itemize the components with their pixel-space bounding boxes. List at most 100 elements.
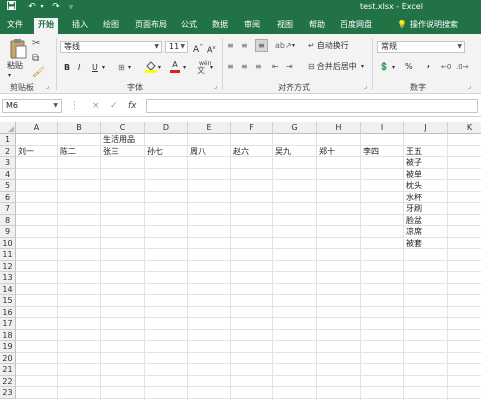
grow-font-button[interactable]: A^: [193, 41, 203, 56]
row-header-9[interactable]: 9: [0, 226, 16, 238]
phonetic-dropdown-icon[interactable]: ▾: [210, 62, 213, 74]
fill-color-dropdown-icon[interactable]: ▾: [158, 62, 161, 74]
column-header-f[interactable]: F: [231, 122, 273, 134]
tab-formulas[interactable]: 公式: [177, 18, 201, 32]
cell-j8[interactable]: 脸盆: [405, 215, 422, 226]
merge-center-button[interactable]: ⊟ 合并后居中: [308, 61, 357, 73]
percent-button[interactable]: %: [405, 61, 413, 73]
name-box[interactable]: M6 ▼: [2, 99, 62, 113]
row-header-4[interactable]: 4: [0, 168, 16, 180]
row-header-19[interactable]: 19: [0, 341, 16, 353]
row-header-1[interactable]: 1: [0, 134, 16, 146]
row-header-11[interactable]: 11: [0, 249, 16, 261]
copy-icon[interactable]: ⧉: [32, 53, 39, 65]
tell-me-search[interactable]: 💡 操作说明搜索: [397, 18, 458, 32]
column-header-b[interactable]: B: [58, 122, 101, 134]
cell-c1[interactable]: 生活用品: [102, 134, 135, 145]
cell-g2[interactable]: 吴九: [274, 146, 291, 157]
row-header-12[interactable]: 12: [0, 260, 16, 272]
shrink-font-button[interactable]: Av: [207, 42, 215, 57]
save-icon[interactable]: [5, 1, 17, 13]
cell-j4[interactable]: 被单: [405, 169, 422, 180]
customize-icon[interactable]: ▿: [66, 1, 76, 13]
tab-help[interactable]: 帮助: [305, 18, 329, 32]
decrease-decimal-icon[interactable]: .0→: [456, 61, 469, 73]
row-header-22[interactable]: 22: [0, 375, 16, 387]
clipboard-launcher-icon[interactable]: ⌟: [46, 82, 49, 90]
font-launcher-icon[interactable]: ⌟: [214, 82, 217, 90]
tab-view[interactable]: 视图: [273, 18, 297, 32]
number-launcher-icon[interactable]: ⌟: [468, 82, 471, 90]
row-header-23[interactable]: 23: [0, 387, 16, 399]
cell-j9[interactable]: 凉席: [405, 226, 422, 237]
align-right-icon[interactable]: ≡: [255, 61, 262, 73]
tab-file[interactable]: 文件: [3, 18, 27, 32]
cell-f2[interactable]: 赵六: [232, 146, 249, 157]
paste-dropdown-icon[interactable]: ▾: [8, 70, 11, 82]
bold-button[interactable]: B: [64, 62, 70, 74]
row-header-14[interactable]: 14: [0, 283, 16, 295]
row-header-15[interactable]: 15: [0, 295, 16, 307]
select-all-button[interactable]: [0, 122, 16, 134]
wrap-text-button[interactable]: ↵ 自动换行: [308, 40, 349, 52]
insert-function-icon[interactable]: fx: [128, 100, 137, 112]
tab-page-layout[interactable]: 页面布局: [131, 18, 171, 32]
cell-j3[interactable]: 被子: [405, 157, 422, 168]
column-header-k[interactable]: K: [448, 122, 481, 134]
format-painter-icon[interactable]: 🖌: [32, 67, 45, 79]
column-header-d[interactable]: D: [145, 122, 188, 134]
align-bottom-icon[interactable]: ≡: [255, 39, 268, 52]
align-top-icon[interactable]: ≡: [227, 40, 234, 52]
row-header-13[interactable]: 13: [0, 272, 16, 284]
orientation-dropdown-icon[interactable]: ▾: [292, 40, 295, 52]
tab-draw[interactable]: 绘图: [99, 18, 123, 32]
increase-decimal-icon[interactable]: ←0: [441, 61, 451, 73]
borders-icon[interactable]: ⊞: [118, 62, 125, 74]
column-header-g[interactable]: G: [273, 122, 317, 134]
row-header-21[interactable]: 21: [0, 364, 16, 376]
row-header-20[interactable]: 20: [0, 352, 16, 364]
accounting-dropdown-icon[interactable]: ▾: [392, 62, 395, 74]
row-header-18[interactable]: 18: [0, 329, 16, 341]
row-header-8[interactable]: 8: [0, 214, 16, 226]
row-header-16[interactable]: 16: [0, 306, 16, 318]
tab-review[interactable]: 审阅: [240, 18, 264, 32]
increase-indent-icon[interactable]: ⇥: [286, 61, 293, 73]
italic-button[interactable]: I: [78, 62, 80, 74]
enter-icon[interactable]: ✓: [110, 100, 118, 112]
cell-i2[interactable]: 李四: [362, 146, 379, 157]
cell-h2[interactable]: 郑十: [318, 146, 335, 157]
cell-j10[interactable]: 被套: [405, 238, 422, 249]
column-header-a[interactable]: A: [16, 122, 58, 134]
cell-b2[interactable]: 陈二: [59, 146, 76, 157]
more-options-icon[interactable]: ⋮: [70, 100, 79, 112]
cell-j5[interactable]: 枕头: [405, 180, 422, 191]
alignment-launcher-icon[interactable]: ⌟: [364, 82, 367, 90]
accounting-format-icon[interactable]: 💲: [379, 61, 389, 73]
underline-dropdown-icon[interactable]: ▾: [102, 62, 105, 74]
cell-a2[interactable]: 刘一: [17, 146, 34, 157]
column-header-j[interactable]: J: [404, 122, 448, 134]
number-format-select[interactable]: 常规 ▼: [377, 41, 465, 53]
cell-j2[interactable]: 王五: [405, 146, 422, 157]
tab-insert[interactable]: 插入: [68, 18, 92, 32]
row-header-2[interactable]: 2: [0, 145, 16, 157]
cell-c2[interactable]: 张三: [102, 146, 119, 157]
undo-dropdown-icon[interactable]: ▾: [38, 1, 46, 13]
font-color-dropdown-icon[interactable]: ▾: [183, 62, 186, 74]
decrease-indent-icon[interactable]: ⇤: [272, 61, 279, 73]
tab-home[interactable]: 开始: [34, 18, 58, 34]
paste-icon[interactable]: [6, 38, 30, 62]
tab-data[interactable]: 数据: [208, 18, 232, 32]
cut-icon[interactable]: ✂: [32, 38, 40, 50]
column-header-c[interactable]: C: [101, 122, 145, 134]
row-header-6[interactable]: 6: [0, 191, 16, 203]
font-name-select[interactable]: 等线 ▼: [60, 41, 162, 53]
orientation-icon[interactable]: ab↗: [275, 40, 292, 52]
cell-j7[interactable]: 牙刷: [405, 203, 422, 214]
undo-icon[interactable]: ↶: [26, 1, 38, 13]
cell-d2[interactable]: 孙七: [146, 146, 163, 157]
fill-color-icon[interactable]: [145, 60, 157, 77]
cancel-icon[interactable]: ×: [92, 100, 100, 112]
row-header-10[interactable]: 10: [0, 237, 16, 249]
